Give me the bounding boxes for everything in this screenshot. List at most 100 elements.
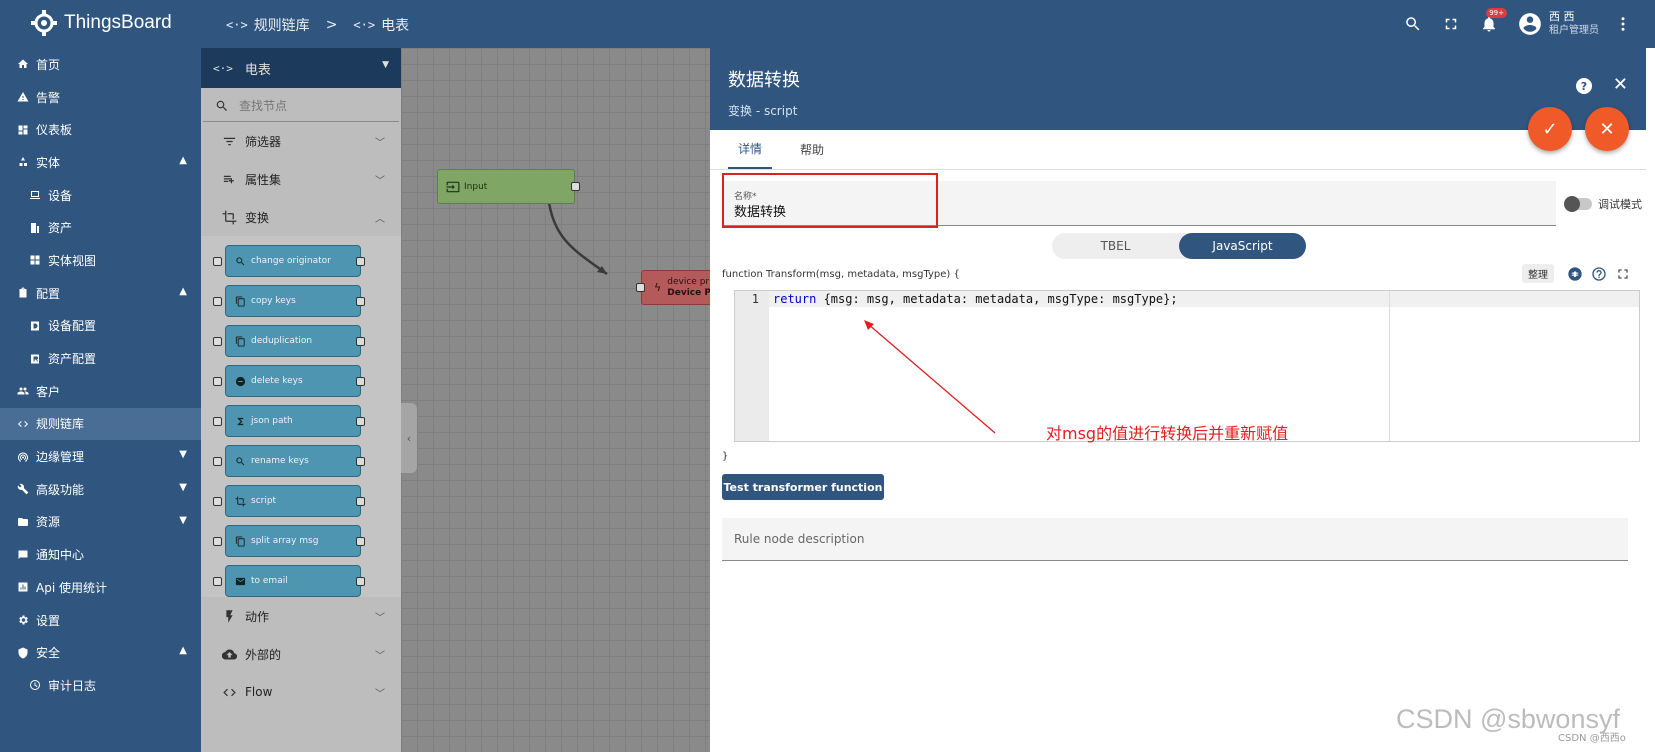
input-icon — [446, 181, 460, 192]
search-button[interactable] — [1399, 10, 1427, 38]
test-transformer-button[interactable]: Test transformer function — [722, 474, 884, 500]
close-icon[interactable]: ✕ — [1613, 74, 1628, 95]
section-icon — [221, 133, 237, 149]
library-node[interactable]: delete keys — [213, 365, 365, 397]
sidebar-item[interactable]: 客户 — [0, 375, 201, 408]
library-section[interactable]: 动作 ﹀ — [201, 597, 401, 635]
fullscreen-button[interactable] — [1437, 10, 1465, 38]
tab-details[interactable]: 详情 — [728, 129, 773, 169]
rule-chain-selector[interactable]: <·> 电表 ▼ — [201, 48, 401, 88]
description-placeholder: Rule node description — [734, 532, 865, 546]
function-help-button[interactable] — [1590, 265, 1608, 283]
device-profile-node[interactable]: ϟ device pr Device Pr — [636, 270, 711, 305]
sidebar-item-label: 配置 — [36, 286, 61, 301]
section-icon — [221, 608, 237, 624]
breadcrumb-label: 规则链库 — [253, 18, 310, 34]
help-icon[interactable]: ? — [1576, 78, 1592, 94]
sidebar-item[interactable]: 设备 — [0, 179, 201, 212]
logo-text: ThingsBoard — [64, 12, 172, 33]
sidebar-item[interactable]: 实体 ▲ — [0, 146, 201, 179]
output-port — [356, 577, 365, 586]
toggle-switch[interactable] — [1564, 196, 1592, 212]
rule-chain-canvas[interactable]: ‹ Input ϟ device pr Device Pr — [401, 48, 711, 752]
node-icon — [234, 335, 246, 347]
output-port[interactable] — [571, 182, 580, 191]
sidebar-item[interactable]: 首页 — [0, 48, 201, 81]
sidebar-item[interactable]: 资产 — [0, 211, 201, 244]
sidebar-item[interactable]: 配置 ▲ — [0, 277, 201, 310]
node-icon — [234, 375, 246, 387]
sidebar-item[interactable]: 资源 ▼ — [0, 506, 201, 539]
copy-icon — [235, 335, 245, 347]
sidebar-item[interactable]: 规则链库 — [0, 407, 201, 441]
user-menu[interactable]: 西 西 租户管理员 — [1517, 10, 1599, 38]
sidebar-item[interactable]: 高级功能 ▼ — [0, 473, 201, 506]
tidy-button[interactable]: 整理 — [1522, 264, 1554, 283]
library-node[interactable]: change originator — [213, 245, 365, 277]
sidebar-item[interactable]: 审计日志 — [0, 669, 201, 702]
close-icon: ✕ — [1599, 118, 1615, 140]
sidebar-item-icon — [16, 57, 30, 71]
node-search-input[interactable] — [239, 98, 379, 113]
library-node[interactable]: copy keys — [213, 285, 365, 317]
debug-mode-toggle[interactable]: 调试模式 — [1564, 196, 1642, 212]
input-port — [213, 577, 222, 586]
tab-help[interactable]: 帮助 — [790, 129, 834, 169]
sidebar-item[interactable]: 仪表板 — [0, 113, 201, 146]
sidebar-item[interactable]: 告警 — [0, 81, 201, 114]
library-node[interactable]: split array msg — [213, 525, 365, 557]
sidebar-item[interactable]: 安全 ▲ — [0, 636, 201, 669]
sidebar-item[interactable]: 边缘管理 ▼ — [0, 440, 201, 473]
thingsboard-logo[interactable]: ThingsBoard — [30, 8, 172, 38]
top-bar: ThingsBoard <·> 规则链库 > <·> 电表 99+ 西 西 租户… — [0, 0, 1655, 48]
library-section-label: 动作 — [245, 609, 270, 624]
node-icon — [234, 255, 246, 267]
library-node[interactable]: rename keys — [213, 445, 365, 477]
chevron-down-icon: ﹀ — [375, 651, 385, 662]
line-number: 1 — [751, 292, 759, 306]
cancel-button[interactable]: ✕ — [1585, 107, 1629, 151]
sidebar-item[interactable]: 设置 — [0, 604, 201, 637]
library-section[interactable]: 筛选器 ﹀ — [201, 122, 401, 160]
library-node[interactable]: json path — [213, 405, 365, 437]
library-section[interactable]: Flow ﹀ — [201, 673, 401, 711]
input-node[interactable]: Input — [437, 169, 580, 204]
description-field[interactable]: Rule node description — [722, 518, 1628, 561]
notification-badge: 99+ — [1486, 8, 1507, 18]
print-margin — [1389, 291, 1390, 441]
library-section[interactable]: 变换 ︿ — [201, 198, 401, 236]
sidebar-item[interactable]: 设备配置 — [0, 310, 201, 343]
input-port[interactable] — [636, 283, 645, 292]
library-node[interactable]: script — [213, 485, 365, 517]
tbel-option[interactable]: TBEL — [1052, 233, 1179, 259]
notifications-button[interactable]: 99+ — [1475, 8, 1507, 38]
code-line[interactable]: return {msg: msg, metadata: metadata, ms… — [769, 291, 1639, 307]
search-icon — [235, 456, 244, 465]
library-node[interactable]: deduplication — [213, 325, 365, 357]
editor-toolbar: 整理 — [1522, 264, 1632, 283]
sidebar-item-label: 资产 — [48, 221, 73, 236]
javascript-option[interactable]: JavaScript — [1179, 233, 1306, 259]
topbar-actions: 99+ 西 西 租户管理员 — [1389, 8, 1637, 38]
annotation-arrow — [864, 320, 996, 434]
section-icon — [221, 209, 237, 225]
apply-button[interactable]: ✓ — [1528, 107, 1572, 151]
editor-fullscreen-button[interactable] — [1614, 265, 1632, 283]
library-section[interactable]: 属性集 ﹀ — [201, 160, 401, 198]
sidebar-item[interactable]: 通知中心 — [0, 538, 201, 571]
copy-icon — [235, 535, 245, 547]
output-port — [356, 457, 365, 466]
edge-icon — [17, 452, 29, 462]
more-menu-button[interactable] — [1609, 10, 1637, 38]
sidebar-item[interactable]: Api 使用统计 — [0, 571, 201, 604]
sidebar-item-label: 设置 — [36, 613, 61, 628]
library-section[interactable]: 外部的 ﹀ — [201, 635, 401, 673]
warning-icon — [17, 92, 29, 102]
debug-button[interactable] — [1566, 265, 1584, 283]
sidebar-item[interactable]: 实体视图 — [0, 244, 201, 277]
library-node-label: delete keys — [251, 376, 303, 386]
section-icon — [221, 646, 237, 662]
library-node[interactable]: to email — [213, 565, 365, 597]
breadcrumb-rule-chains[interactable]: <·> 规则链库 — [226, 15, 310, 35]
sidebar-item[interactable]: 资产配置 — [0, 342, 201, 375]
